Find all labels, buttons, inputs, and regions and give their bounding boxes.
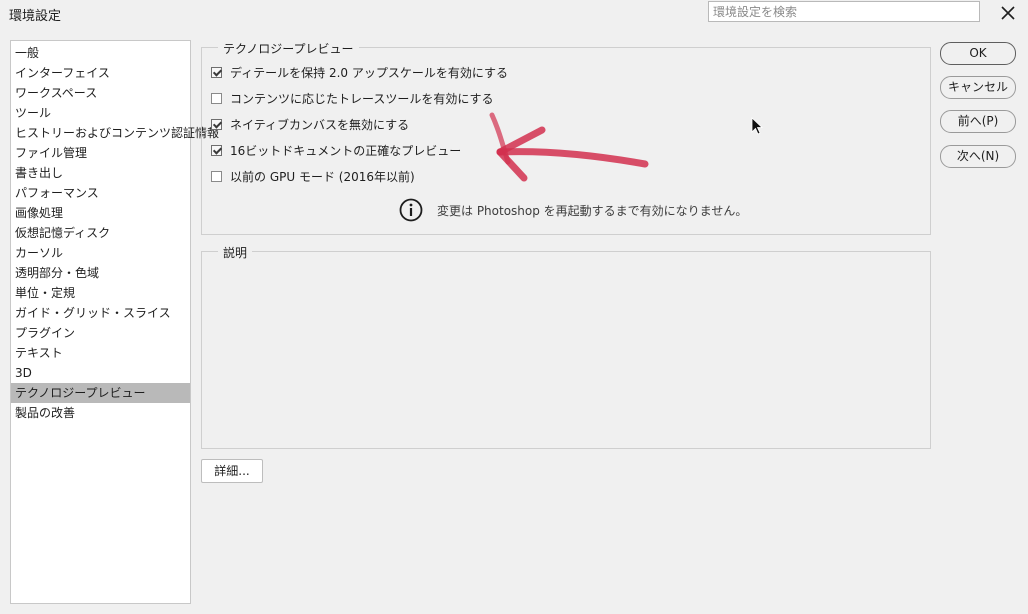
sidebar-item-guides[interactable]: ガイド・グリッド・スライス (11, 303, 190, 323)
option-native-canvas[interactable]: ネイティブカンバスを無効にする (211, 115, 409, 133)
mouse-cursor-icon (751, 117, 763, 135)
option-label: ネイティブカンバスを無効にする (230, 117, 410, 132)
sidebar-item-performance[interactable]: パフォーマンス (11, 183, 190, 203)
prev-button[interactable]: 前へ(P) (940, 110, 1016, 133)
cancel-button[interactable]: キャンセル (940, 76, 1016, 99)
native-canvas-checkbox[interactable] (211, 118, 222, 130)
option-label: 16ビットドキュメントの正確なプレビュー (230, 143, 462, 158)
ok-button[interactable]: OK (940, 42, 1016, 65)
sidebar-item-3d[interactable]: 3D (11, 363, 190, 383)
option-preserve-details[interactable]: ディテールを保持 2.0 アップスケールを有効にする (211, 63, 508, 81)
description-group: 説明 (201, 244, 931, 449)
content-aware-tracing-checkbox[interactable] (211, 92, 222, 104)
info-icon (399, 198, 423, 222)
sidebar-item-transparency[interactable]: 透明部分・色域 (11, 263, 190, 283)
next-button[interactable]: 次へ(N) (940, 145, 1016, 168)
details-button[interactable]: 詳細... (201, 459, 263, 483)
technology-preview-legend: テクノロジープレビュー (218, 40, 359, 57)
16bit-preview-checkbox[interactable] (211, 144, 222, 156)
sidebar-item-product-improvement[interactable]: 製品の改善 (11, 403, 190, 423)
sidebar-item-technology-previews[interactable]: テクノロジープレビュー (11, 383, 190, 403)
category-list: 一般 インターフェイス ワークスペース ツール ヒストリーおよびコンテンツ認証情… (10, 40, 219, 604)
sidebar-item-image-processing[interactable]: 画像処理 (11, 203, 190, 223)
red-arrow-annotation-icon (489, 112, 649, 182)
option-label: ディテールを保持 2.0 アップスケールを有効にする (230, 65, 508, 80)
sidebar-item-general[interactable]: 一般 (11, 43, 190, 63)
option-content-aware-tracing[interactable]: コンテンツに応じたトレースツールを有効にする (211, 89, 494, 107)
sidebar-item-scratch-disks[interactable]: 仮想記憶ディスク (11, 223, 190, 243)
sidebar-item-cursors[interactable]: カーソル (11, 243, 190, 263)
sidebar-item-type[interactable]: テキスト (11, 343, 190, 363)
option-16bit-preview[interactable]: 16ビットドキュメントの正確なプレビュー (211, 141, 461, 159)
option-label: 以前の GPU モード (2016年以前) (230, 169, 415, 184)
title-bar: 環境設定 (0, 0, 1028, 26)
sidebar-item-history[interactable]: ヒストリーおよびコンテンツ認証情報 (11, 123, 219, 143)
window-title: 環境設定 (9, 9, 62, 24)
sidebar-item-workspace[interactable]: ワークスペース (11, 83, 190, 103)
sidebar-item-units[interactable]: 単位・定規 (11, 283, 190, 303)
close-icon[interactable] (998, 3, 1018, 23)
sidebar-item-file-handling[interactable]: ファイル管理 (11, 143, 190, 163)
option-label: コンテンツに応じたトレースツールを有効にする (230, 91, 494, 106)
restart-notice: 変更は Photoshop を再起動するまで有効になりません。 (399, 198, 747, 222)
legacy-gpu-mode-checkbox[interactable] (211, 170, 222, 182)
sidebar-item-plugins[interactable]: プラグイン (11, 323, 190, 343)
sidebar-item-tools[interactable]: ツール (11, 103, 190, 123)
restart-notice-text: 変更は Photoshop を再起動するまで有効になりません。 (437, 203, 748, 218)
description-legend: 説明 (218, 244, 253, 261)
preserve-details-checkbox[interactable] (211, 66, 222, 78)
option-legacy-gpu-mode[interactable]: 以前の GPU モード (2016年以前) (211, 167, 415, 185)
search-input[interactable] (708, 1, 980, 22)
sidebar-item-interface[interactable]: インターフェイス (11, 63, 190, 83)
sidebar-item-export[interactable]: 書き出し (11, 163, 190, 183)
